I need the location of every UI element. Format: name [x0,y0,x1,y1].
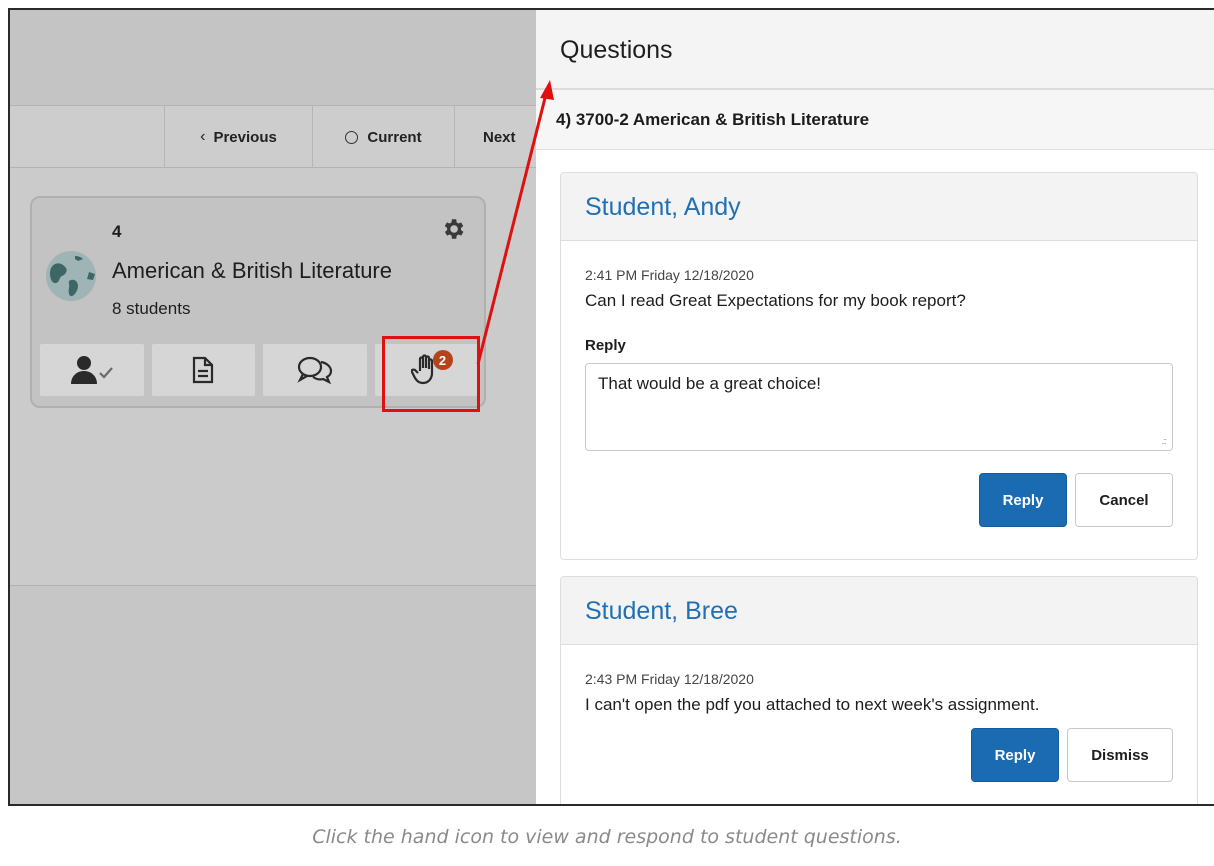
reply-text: That would be a great choice! [598,374,822,393]
document-icon [193,356,214,384]
app-header-dimmed [10,10,538,106]
panel-title: Questions [560,36,673,64]
course-period: 4 [112,222,122,241]
attendance-button[interactable] [40,344,144,396]
gear-icon[interactable] [440,216,466,242]
question-card: Student, Andy 2:41 PM Friday 12/18/2020 … [560,172,1198,560]
discussion-icon [297,356,332,384]
discussion-button[interactable] [263,344,367,396]
documents-button[interactable] [151,344,255,396]
previous-label: Previous [213,128,277,146]
section-label: 4) 3700-2 American & British Literature [536,90,1214,150]
circle-icon [345,130,359,144]
current-button[interactable]: Current [312,106,454,168]
dismiss-button[interactable]: Dismiss [1067,728,1173,782]
student-name[interactable]: Student, Andy [561,173,1197,241]
period-navigation: ‹ Previous Current Next [10,106,538,168]
question-timestamp: 2:41 PM Friday 12/18/2020 [585,267,754,283]
previous-button[interactable]: ‹ Previous [164,106,312,168]
resize-grip-icon[interactable]: .:: [1161,436,1166,446]
reply-button[interactable]: Reply [979,473,1067,527]
app-footer-dimmed [10,586,538,804]
student-name[interactable]: Student, Bree [561,577,1197,645]
figure-caption: Click the hand icon to view and respond … [312,826,902,848]
question-timestamp: 2:43 PM Friday 12/18/2020 [585,671,754,687]
chevron-left-icon: ‹ [200,128,206,145]
question-card: Student, Bree 2:43 PM Friday 12/18/2020 … [560,576,1198,804]
current-label: Current [367,128,422,146]
attendance-icon [70,356,113,384]
panel-header: Questions [536,10,1214,90]
cancel-button[interactable]: Cancel [1075,473,1173,527]
course-title: American & British Literature [112,258,392,283]
student-count: 8 students [112,299,191,318]
reply-textarea[interactable]: That would be a great choice! .:: [585,363,1173,451]
screenshot-frame: ‹ Previous Current Next 4 American & Bri… [8,8,1214,806]
next-label: Next [483,128,516,146]
question-text: Can I read Great Expectations for my boo… [585,291,966,310]
hand-icon-highlight [382,336,480,412]
reply-button[interactable]: Reply [971,728,1059,782]
reply-field-label: Reply [585,337,626,354]
globe-icon [46,251,96,301]
question-text: I can't open the pdf you attached to nex… [585,695,1040,714]
questions-panel: Questions 4) 3700-2 American & British L… [536,10,1214,804]
